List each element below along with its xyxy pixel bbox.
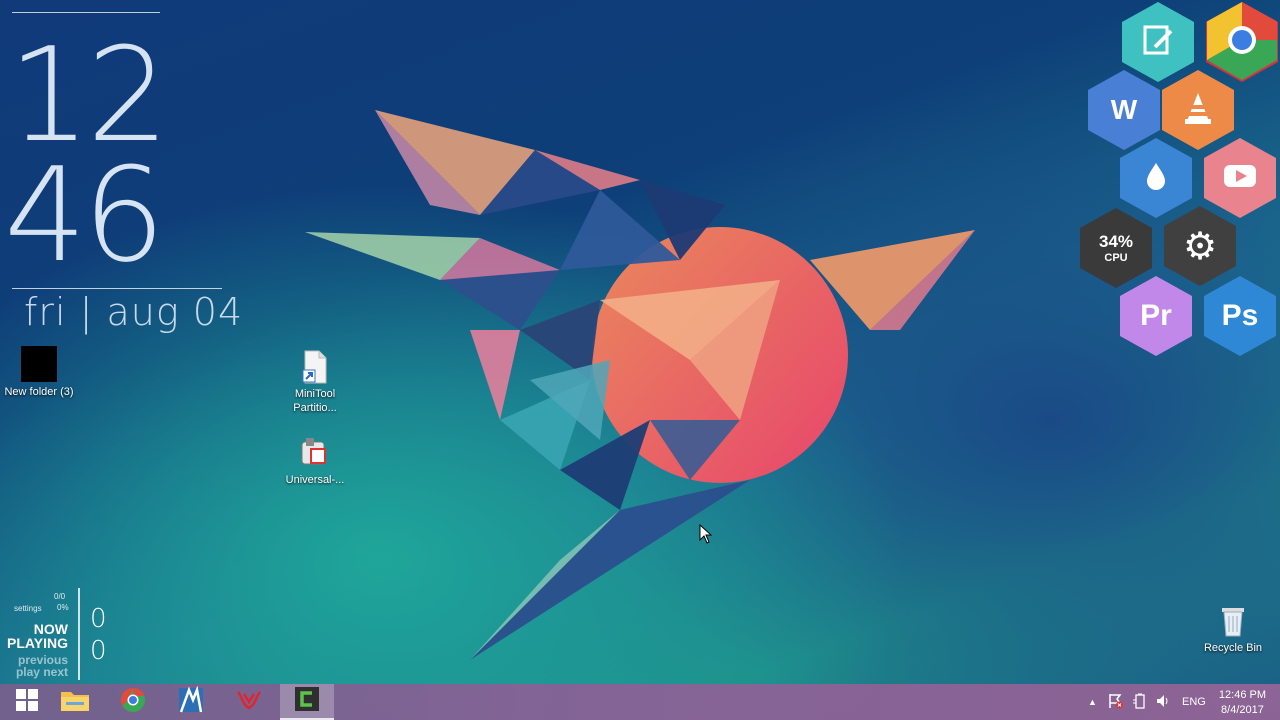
tray-volume[interactable] bbox=[1156, 684, 1172, 720]
hex-notes-button[interactable] bbox=[1122, 2, 1194, 82]
cpu-label: CPU bbox=[1104, 252, 1128, 264]
desktop-icon-label: Universal-... bbox=[285, 474, 345, 486]
youtube-icon bbox=[1223, 164, 1257, 193]
taskbar-video-editor[interactable] bbox=[164, 684, 218, 720]
taskbar-camtasia[interactable] bbox=[280, 684, 334, 720]
mouse-cursor-icon bbox=[699, 524, 713, 544]
taskbar-chrome[interactable] bbox=[106, 684, 160, 720]
input-language-button[interactable]: ENG bbox=[1182, 684, 1206, 720]
clock-minute: 46 bbox=[4, 139, 165, 291]
taskbar-app-red[interactable] bbox=[222, 684, 276, 720]
folder-icon bbox=[21, 346, 57, 382]
hex-youtube-button[interactable] bbox=[1204, 138, 1276, 218]
language-label: ENG bbox=[1182, 696, 1206, 708]
hex-settings-button[interactable]: ⚙ bbox=[1164, 206, 1236, 286]
now-playing-widget: 0/0 settings 0% NOW PLAYING previous pla… bbox=[0, 588, 120, 680]
shortcut-file-icon bbox=[300, 350, 330, 384]
desktop-icon-new-folder[interactable]: New folder (3) bbox=[0, 346, 78, 399]
chrome-icon bbox=[120, 687, 146, 718]
hex-word-button[interactable]: W bbox=[1088, 70, 1160, 150]
cpu-percent: 34% bbox=[1098, 232, 1134, 251]
desktop-icon-minitool[interactable]: MiniTool Partitio... bbox=[276, 350, 354, 415]
taskbar-file-explorer[interactable] bbox=[48, 684, 102, 720]
chevron-up-icon: ▲ bbox=[1088, 697, 1097, 707]
hex-cpu-meter: 34% CPU bbox=[1080, 208, 1152, 288]
desktop-icon-universal[interactable]: Universal-... bbox=[276, 436, 354, 487]
hex-drop-button[interactable] bbox=[1120, 138, 1192, 218]
speaker-icon bbox=[1156, 693, 1172, 712]
battery-plug-icon bbox=[1132, 693, 1148, 712]
windows-logo-icon bbox=[16, 688, 38, 716]
red-logo-icon bbox=[236, 690, 262, 715]
taskbar-clock[interactable]: 12:46 PM 8/4/2017 bbox=[1219, 688, 1266, 718]
next-track-button[interactable]: play next bbox=[16, 666, 68, 678]
hex-vlc-button[interactable] bbox=[1162, 70, 1234, 150]
clock-date-rule bbox=[12, 288, 222, 289]
desktop-icon-label: Recycle Bin bbox=[1203, 642, 1263, 654]
now-playing-settings-link[interactable]: settings bbox=[14, 604, 42, 613]
water-drop-icon bbox=[1145, 161, 1167, 196]
hex-photoshop-button[interactable]: Ps bbox=[1204, 276, 1276, 356]
clock-top-rule bbox=[12, 12, 160, 13]
clock-date: fri | aug 04 bbox=[24, 290, 244, 334]
word-icon: W bbox=[1110, 94, 1138, 125]
desktop-icon-label: MiniTool Partitio... bbox=[293, 388, 337, 414]
now-playing-now: NOW bbox=[33, 621, 68, 637]
taskbar-date: 8/4/2017 bbox=[1221, 704, 1264, 716]
tray-action-center[interactable] bbox=[1108, 684, 1124, 720]
chrome-icon bbox=[1207, 2, 1277, 82]
premiere-icon: Pr bbox=[1140, 299, 1172, 332]
now-playing-divider bbox=[78, 588, 80, 680]
flag-alert-icon bbox=[1108, 693, 1124, 712]
now-playing-count-2: 0 bbox=[90, 636, 107, 666]
show-hidden-icons-button[interactable]: ▲ bbox=[1088, 684, 1097, 720]
desktop-icon-label: New folder (3) bbox=[4, 386, 74, 398]
desktop-icon-recycle-bin[interactable]: Recycle Bin bbox=[1194, 604, 1272, 655]
now-playing-playing: PLAYING bbox=[7, 635, 68, 651]
gear-icon: ⚙ bbox=[1182, 224, 1218, 268]
film-editor-icon bbox=[177, 685, 205, 719]
usb-installer-icon bbox=[298, 436, 332, 470]
start-button[interactable] bbox=[0, 684, 54, 720]
now-playing-track-counter: 0/0 bbox=[54, 592, 66, 601]
vlc-cone-icon bbox=[1183, 91, 1213, 130]
pencil-note-icon bbox=[1141, 23, 1175, 62]
hex-chrome-button[interactable] bbox=[1206, 2, 1278, 82]
folder-icon bbox=[60, 688, 90, 717]
camtasia-icon bbox=[294, 686, 320, 717]
now-playing-count-1: 0 bbox=[90, 604, 107, 634]
hex-premiere-button[interactable]: Pr bbox=[1120, 276, 1192, 356]
tray-power[interactable] bbox=[1132, 684, 1148, 720]
now-playing-percent: 0% bbox=[57, 603, 69, 612]
taskbar-time: 12:46 PM bbox=[1218, 689, 1266, 701]
taskbar: ▲ ENG 12:46 PM 8/4/2017 bbox=[0, 684, 1280, 720]
photoshop-icon: Ps bbox=[1221, 299, 1259, 332]
recycle-bin-icon bbox=[1219, 604, 1247, 638]
